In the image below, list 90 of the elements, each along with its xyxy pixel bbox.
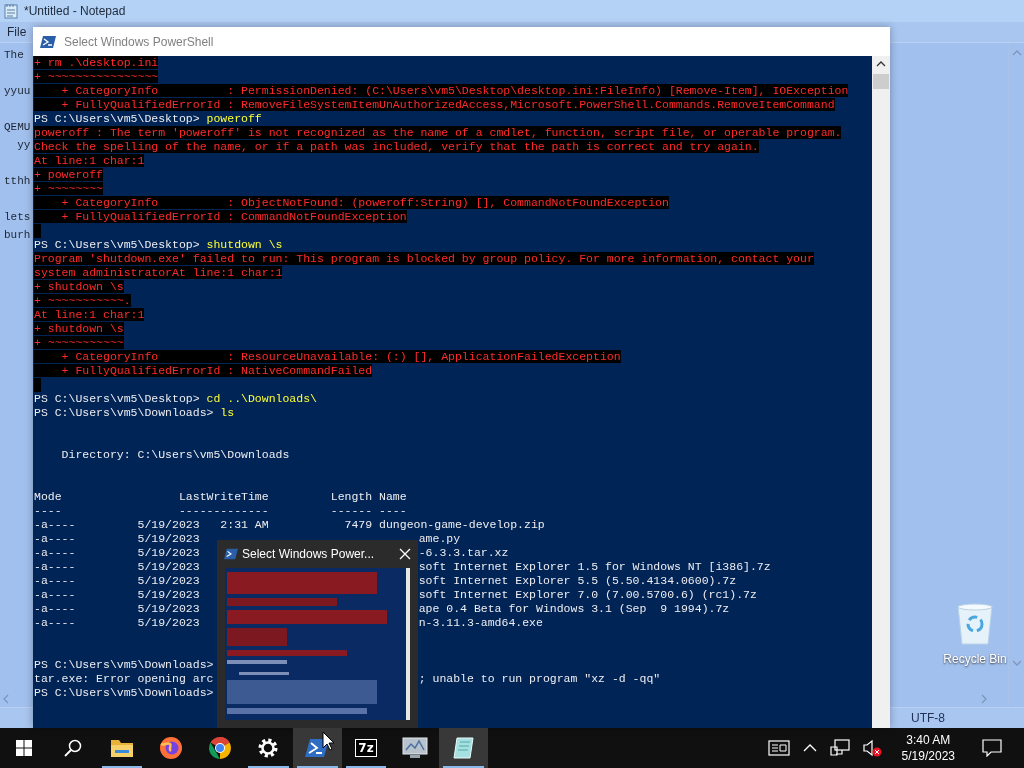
close-icon[interactable] [399, 548, 411, 560]
console-text: ; unable to run program "xz -d -qq" [418, 672, 661, 686]
menu-item[interactable]: File [7, 25, 27, 39]
error-text: Check the spelling of the name, or if a path was included, verify that the path is correct and try again. [34, 140, 759, 153]
notepad-icon [4, 3, 18, 19]
prompt-text: PS C:\Users\vm5\Downloads> [34, 686, 214, 699]
console-text: -a---- 5/19/2023 [34, 546, 200, 559]
browser-icon [207, 736, 232, 760]
clock-button[interactable]: 3:40 AM 5/19/2023 [895, 732, 961, 764]
error-text: + ~~~~~~~~ [34, 182, 103, 195]
console-text: n-3.11.3-amd64.exe [418, 616, 543, 630]
error-text: + FullyQualifiedErrorId : CommandNotFoundException [34, 210, 407, 223]
monitor-icon [401, 737, 428, 759]
terminal-icon [224, 548, 238, 560]
taskbar-button[interactable] [292, 728, 342, 768]
prompt-text: PS C:\Users\vm5\Desktop> [34, 238, 200, 251]
text-line: The [4, 49, 24, 61]
error-text: + ~~~~~~~~~~~~~~~~ [34, 70, 159, 83]
error-text: + shutdown \s [34, 280, 124, 293]
error-text: At line:1 char:1 [34, 308, 145, 321]
prompt-text: PS C:\Users\vm5\Downloads> [34, 658, 214, 671]
taskbar-button[interactable] [439, 728, 488, 768]
console-text: -a---- 5/19/2023 [34, 588, 200, 601]
text-line: yy [16, 139, 31, 151]
highlight-block [34, 378, 41, 392]
command-text: cd ..\Downloads\ [206, 392, 317, 405]
start-icon [16, 740, 33, 756]
error-text: At line:1 char:1 [34, 154, 145, 167]
chevron-up-icon[interactable] [802, 743, 817, 753]
error-text: + FullyQualifiedErrorId : NativeCommandFailed [34, 364, 373, 377]
error-text: + shutdown \s [34, 322, 124, 335]
console-text: soft Internet Explorer 5.5 (5.50.4134.0600).7z [418, 574, 737, 588]
scroll-up-icon[interactable] [876, 60, 886, 68]
news-icon[interactable] [767, 740, 790, 756]
highlight-block [34, 224, 41, 238]
mouse-pointer-icon [322, 731, 335, 751]
command-text: poweroff [206, 112, 262, 125]
text-line: yyuu [4, 85, 31, 97]
error-text: + FullyQualifiedErrorId : RemoveFileSystemItemUnAuthorizedAccess,Microsoft.PowerShell.Commands.RemoveItemCommand [34, 98, 835, 111]
console-text: -a---- 5/19/2023 [34, 602, 200, 615]
terminal-icon [40, 34, 56, 49]
folder-icon [110, 738, 134, 758]
console-text: -a---- 5/19/2023 [34, 574, 200, 587]
console-text: soft Internet Explorer 1.5 for Windows NT [i386].7z [418, 560, 771, 574]
command-text: ls [220, 406, 235, 419]
error-text: + poweroff [34, 168, 103, 181]
console-text: Directory: C:\Users\vm5\Downloads [60, 448, 290, 461]
error-text: Program 'shutdown.exe' failed to run: This program is blocked by group policy. For more information, contact your [34, 252, 814, 265]
taskbar-button[interactable]: 7z [341, 728, 391, 768]
console-text: ---- ------------- ------ ---- [34, 504, 407, 517]
error-text: + CategoryInfo : PermissionDenied: (C:\Users\vm5\Desktop\desktop.ini:FileInfo) [Remove-Item], IOException [34, 84, 849, 97]
prompt-text: PS C:\Users\vm5\Desktop> [34, 112, 200, 125]
error-text: + rm .\desktop.ini [34, 56, 159, 69]
console-text: ape 0.4 Beta for Windows 3.1 (Sep 9 1994).7z [418, 602, 730, 616]
window-title: *Untitled - Notepad [24, 4, 126, 18]
error-text: + CategoryInfo : ObjectNotFound: (poweroff:String) [], CommandNotFoundException [34, 196, 669, 209]
error-text: + CategoryInfo : ResourceUnavailable: (:) [], ApplicationFailedException [34, 350, 621, 363]
console-text: -a---- 5/19/2023 [34, 560, 200, 573]
text-line: QEMU [4, 121, 31, 133]
muted-speaker-icon[interactable] [862, 739, 883, 757]
console-text: -a---- 5/19/2023 2:31 AM 7479 dungeon-game-develop.zip [34, 518, 545, 531]
prompt-text: PS C:\Users\vm5\Desktop> [34, 392, 200, 405]
console-text: -6.3.3.tar.xz [418, 546, 509, 560]
console-text: Mode LastWriteTime Length Name [34, 490, 407, 503]
error-text: poweroff : The term 'poweroff' is not recognized as the name of a cmdlet, function, script file, or operable program. [34, 126, 842, 139]
status-text: UTF-8 [911, 711, 945, 725]
settings-icon [257, 737, 280, 759]
error-text: + ~~~~~~~~~~~ [34, 336, 124, 349]
command-text: shutdown \s [206, 238, 283, 251]
notification-icon[interactable] [982, 739, 1002, 757]
text-line: burh [4, 229, 31, 241]
text-line: tthh [4, 175, 31, 187]
search-icon [64, 739, 83, 757]
popup-title: Select Windows Power... [242, 547, 376, 561]
network-icon[interactable] [829, 739, 850, 757]
app-logo: 7z [355, 739, 377, 757]
window-title: Select Windows PowerShell [64, 34, 214, 49]
console-text: ame.py [418, 532, 461, 546]
console-text: tar.exe: Error opening arc [34, 672, 214, 685]
text-line: lets [4, 211, 31, 223]
console-text: soft Internet Explorer 7.0 (7.00.5700.6) (rc1).7z [418, 588, 757, 602]
scrollbar-thumb[interactable] [873, 74, 889, 89]
window-preview-drawing[interactable] [225, 568, 410, 720]
error-text: system administratorAt line:1 char:1 [34, 266, 283, 279]
console-text: -a---- 5/19/2023 [34, 616, 200, 629]
error-text: + ~~~~~~~~~~~. [34, 294, 131, 307]
console-text: -a---- 5/19/2023 [34, 532, 200, 545]
notepad-icon [451, 737, 476, 759]
browser-icon [158, 736, 183, 760]
prompt-text: PS C:\Users\vm5\Downloads> [34, 406, 214, 419]
